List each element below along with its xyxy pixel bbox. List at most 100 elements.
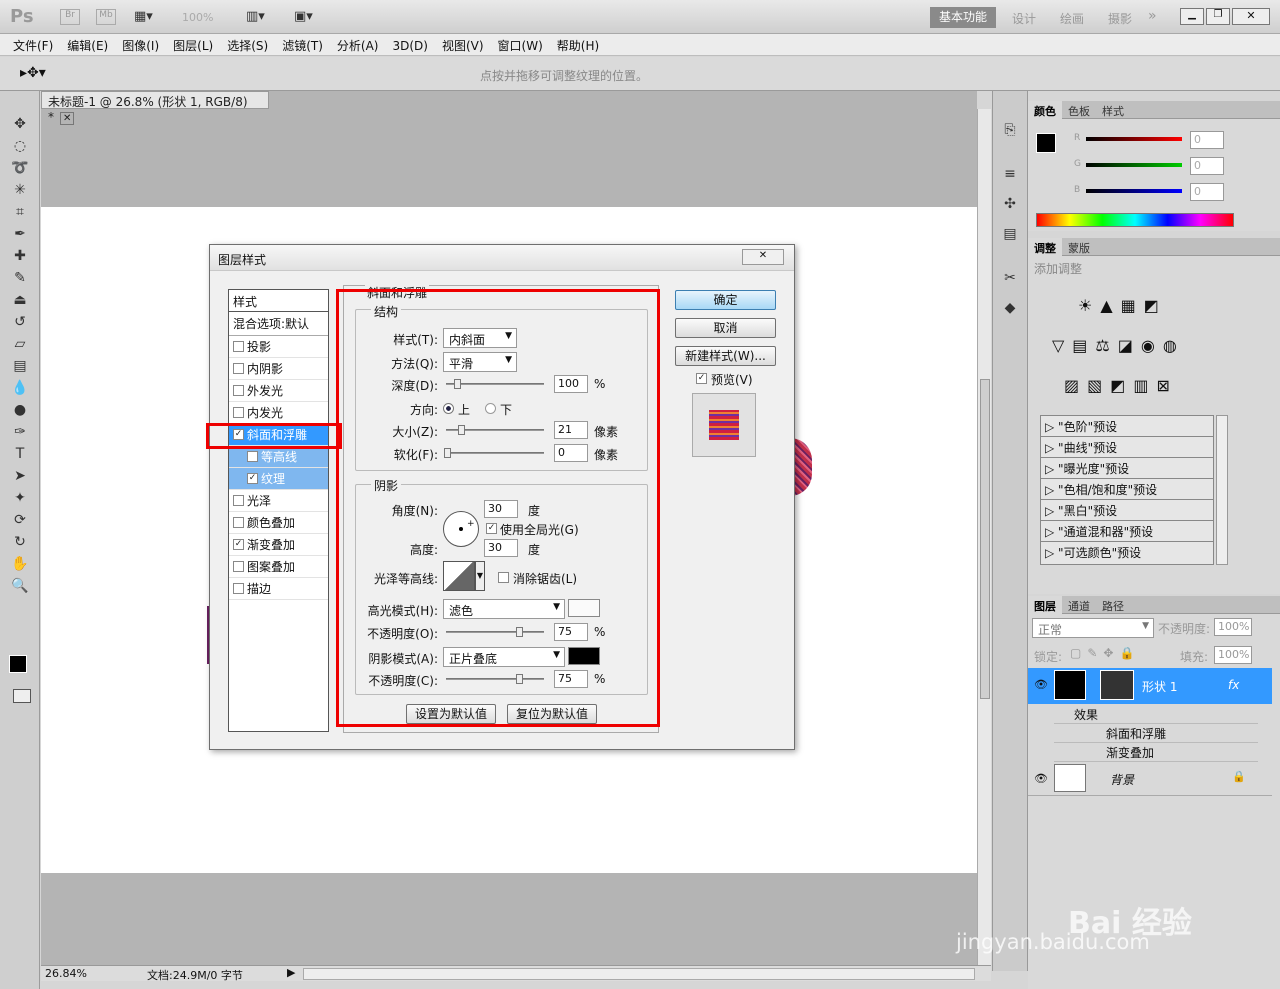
ok-button[interactable]: 确定 (675, 290, 776, 310)
workspace-more[interactable]: » (1148, 8, 1157, 24)
tab-adjustments[interactable]: 调整 (1028, 238, 1062, 258)
style-texture[interactable]: ✓ 纹理 (229, 468, 328, 490)
g-slider[interactable] (1086, 163, 1182, 167)
marquee-tool-icon[interactable]: ◌ (0, 135, 40, 157)
document-tab[interactable]: 未标题-1 @ 26.8% (形状 1, RGB/8) * ✕ (41, 91, 269, 125)
blending-options[interactable]: 混合选项:默认 (229, 312, 328, 336)
style-stroke[interactable]: 描边 (229, 578, 328, 600)
effects-row[interactable]: 效果 (1054, 706, 1258, 724)
presets-scrollbar[interactable] (1216, 415, 1228, 565)
style-satin[interactable]: 光泽 (229, 490, 328, 512)
style-drop-shadow[interactable]: 投影 (229, 336, 328, 358)
blend-mode-select[interactable]: 正常 ▼ (1032, 618, 1154, 638)
fx-icon[interactable]: fx (1228, 678, 1239, 692)
menu-filter[interactable]: 滤镜(T) (275, 34, 330, 57)
lasso-tool-icon[interactable]: ➰ (0, 157, 40, 179)
color-spectrum-bar[interactable] (1036, 213, 1234, 227)
adjustment-icons-row1[interactable]: ☀▲▦◩ (1078, 296, 1167, 315)
vertical-scrollbar[interactable] (977, 109, 991, 965)
move-tool-preset-icon[interactable]: ▸✥▾ (20, 65, 46, 81)
fg-color-chip[interactable] (1036, 133, 1056, 153)
zoom-level[interactable]: 100% (182, 11, 213, 24)
style-inner-glow[interactable]: 内发光 (229, 402, 328, 424)
3d-panel-icon[interactable]: ◆ (993, 293, 1027, 323)
adjustment-icons-row2[interactable]: ▽▤⚖◪◉◍ (1052, 336, 1185, 355)
checkbox-satin[interactable] (233, 495, 244, 506)
workspace-essentials[interactable]: 基本功能 (930, 7, 996, 28)
preview-checkbox[interactable]: ✓ (696, 373, 707, 384)
layer-row-shape1[interactable]: 👁 形状 1 fx (1028, 668, 1272, 704)
restore-button[interactable]: ❐ (1206, 8, 1230, 25)
gradient-tool-icon[interactable]: ▤ (0, 355, 40, 377)
checkbox-drop-shadow[interactable] (233, 341, 244, 352)
preset-channel-mixer[interactable]: ▷ "通道混和器"预设 (1041, 521, 1213, 542)
preset-hue-sat[interactable]: ▷ "色相/饱和度"预设 (1041, 479, 1213, 500)
type-tool-icon[interactable]: T (0, 443, 40, 465)
shape-tool-icon[interactable]: ✦ (0, 487, 40, 509)
fill-value[interactable]: 100% (1214, 646, 1252, 664)
menu-view[interactable]: 视图(V) (435, 34, 491, 57)
bg-eye-icon[interactable]: 👁 (1034, 772, 1048, 785)
adjustment-icons-row3[interactable]: ▨▧◩▥⊠ (1064, 376, 1178, 395)
menu-help[interactable]: 帮助(H) (550, 34, 606, 57)
checkbox-color-overlay[interactable] (233, 517, 244, 528)
mini-bridge-button[interactable]: Mb (96, 9, 116, 25)
move-tool-icon[interactable]: ✥ (0, 113, 40, 135)
minimize-button[interactable]: ▁ (1180, 8, 1204, 25)
dialog-close-button[interactable]: ✕ (742, 249, 784, 265)
view-extras-icon[interactable]: ▦▾ (134, 9, 153, 24)
tab-layers[interactable]: 图层 (1028, 596, 1062, 616)
workspace-paint[interactable]: 绘画 (1060, 10, 1084, 27)
checkbox-outer-glow[interactable] (233, 385, 244, 396)
workspace-design[interactable]: 设计 (1012, 10, 1036, 27)
style-contour[interactable]: 等高线 (229, 446, 328, 468)
quick-mask-icon[interactable] (13, 689, 31, 703)
r-slider[interactable] (1086, 137, 1182, 141)
styles-header[interactable]: 样式 (229, 290, 328, 312)
style-gradient-overlay[interactable]: ✓ 渐变叠加 (229, 534, 328, 556)
checkbox-gradient-overlay[interactable]: ✓ (233, 539, 244, 550)
menu-window[interactable]: 窗口(W) (491, 34, 550, 57)
r-value[interactable]: 0 (1190, 131, 1224, 149)
workspace-photo[interactable]: 摄影 (1108, 10, 1132, 27)
close-button[interactable]: ✕ (1232, 8, 1270, 25)
effect-bevel-row[interactable]: 斜面和浮雕 (1054, 725, 1258, 743)
crop-tool-icon[interactable]: ⌗ (0, 201, 40, 223)
opacity-value[interactable]: 100% (1214, 618, 1252, 636)
eye-icon[interactable]: 👁 (1034, 678, 1048, 691)
preset-curves[interactable]: ▷ "曲线"预设 (1041, 437, 1213, 458)
cancel-button[interactable]: 取消 (675, 318, 776, 338)
effect-gradient-row[interactable]: 渐变叠加 (1054, 744, 1258, 762)
dodge-tool-icon[interactable]: ● (0, 399, 40, 421)
actions-panel-icon[interactable]: ≡ (993, 159, 1027, 189)
healing-brush-icon[interactable]: ✚ (0, 245, 40, 267)
preset-exposure[interactable]: ▷ "曝光度"预设 (1041, 458, 1213, 479)
menu-select[interactable]: 选择(S) (220, 34, 275, 57)
history-panel-icon[interactable]: ⎘ (993, 115, 1027, 145)
arrange-documents-icon[interactable]: ▥▾ (246, 9, 265, 24)
style-outer-glow[interactable]: 外发光 (229, 380, 328, 402)
magic-wand-icon[interactable]: ✳ (0, 179, 40, 201)
tab-color[interactable]: 颜色 (1028, 101, 1062, 121)
layer-row-background[interactable]: 👁 背景 🔒 (1028, 762, 1272, 796)
checkbox-inner-shadow[interactable] (233, 363, 244, 374)
blur-tool-icon[interactable]: 💧 (0, 377, 40, 399)
b-slider[interactable] (1086, 189, 1182, 193)
bridge-button[interactable]: Br (60, 9, 80, 25)
checkbox-contour[interactable] (247, 451, 258, 462)
stamp-tool-icon[interactable]: ⏏ (0, 289, 40, 311)
style-color-overlay[interactable]: 颜色叠加 (229, 512, 328, 534)
clone-source-icon[interactable]: ▤ (993, 219, 1027, 249)
horizontal-scrollbar[interactable] (303, 968, 975, 980)
preset-selective-color[interactable]: ▷ "可选颜色"预设 (1041, 542, 1213, 563)
tab-channels[interactable]: 通道 (1062, 596, 1096, 616)
foreground-color-swatch[interactable] (9, 655, 27, 673)
menu-file[interactable]: 文件(F) (6, 34, 60, 57)
menu-layer[interactable]: 图层(L) (166, 34, 220, 57)
checkbox-pattern-overlay[interactable] (233, 561, 244, 572)
screen-mode-icon[interactable]: ▣▾ (294, 9, 313, 24)
status-menu-arrow-icon[interactable]: ▶ (287, 966, 295, 979)
close-doc-icon[interactable]: ✕ (60, 112, 75, 125)
pen-tool-icon[interactable]: ✑ (0, 421, 40, 443)
tab-paths[interactable]: 路径 (1096, 596, 1130, 616)
